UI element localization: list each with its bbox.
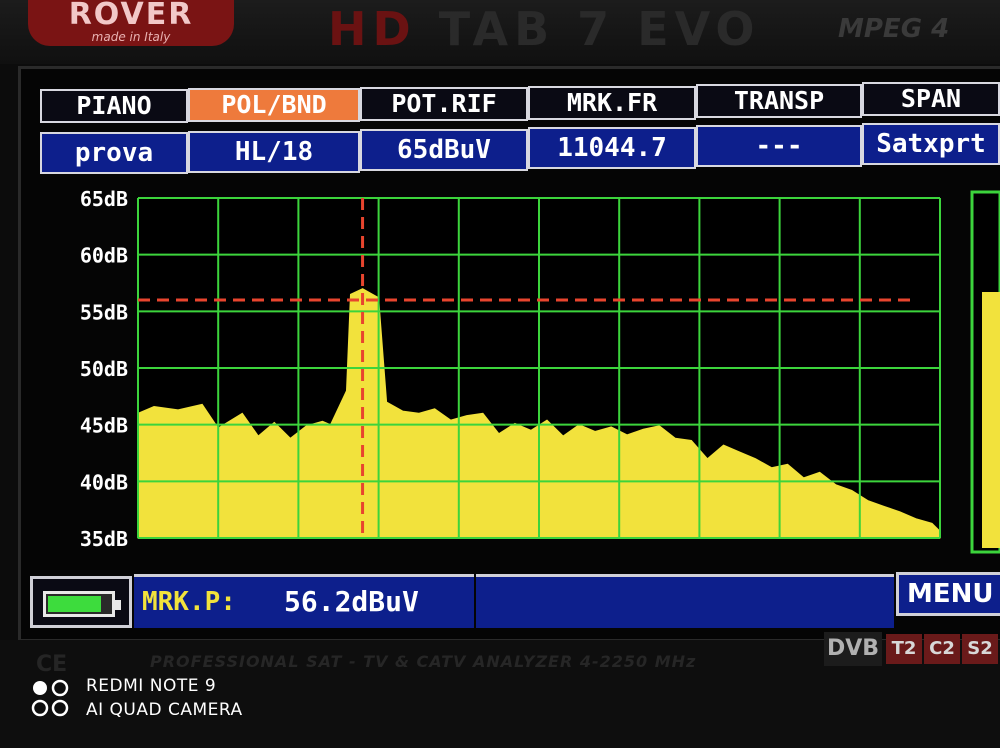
header-label-piano[interactable]: PIANO [40,89,188,123]
battery-nub [115,600,121,610]
status-bar: MRK.P: 56.2dBuV MENU & [30,572,1000,632]
level-bar-fill [982,292,1000,548]
y-tick-label: 45dB [80,414,128,438]
marker-power-label: MRK.P: [142,587,236,617]
dvb-badge: DVB T2 C2 S2 [824,630,1000,670]
camera-lens-icon [31,679,69,717]
dvb-logo: DVB [824,632,882,666]
marker-readout: MRK.P: 56.2dBuV [134,574,474,628]
battery-icon [43,591,121,617]
model-prefix: HD [328,2,417,56]
y-tick-label: 40dB [80,470,128,494]
header-value-pot-rif[interactable]: 65dBuV [360,129,528,171]
header-label-pot-rif[interactable]: POT.RIF [360,87,528,121]
header-value-pol-bnd[interactable]: HL/18 [188,131,360,173]
brand-tagline: made in Italy [91,30,171,44]
marker-power-value: 56.2dBuV [284,585,419,618]
y-tick-label: 35dB [80,527,128,551]
dvb-system-t2: T2 [886,634,922,664]
header-label-pol-bnd[interactable]: POL/BND [188,88,360,122]
header-label-mrk-fr[interactable]: MRK.FR [528,86,696,120]
watermark-camera: AI QUAD CAMERA [86,700,243,720]
battery-indicator [30,576,132,628]
header-label-transp[interactable]: TRANSP [696,84,862,118]
product-name: HD TAB 7 EVO [328,2,761,56]
dvb-system-c2: C2 [924,634,960,664]
battery-fill [48,596,101,612]
ce-mark: CE [36,652,68,677]
y-tick-label: 50dB [80,357,128,381]
brand-name: ROVER [68,0,194,32]
y-tick-label: 55dB [80,300,128,324]
dvb-system-s2: S2 [962,634,998,664]
watermark-model: REDMI NOTE 9 [86,676,217,696]
header-value-mrk-fr[interactable]: 11044.7 [528,127,696,169]
header-value-transp[interactable]: --- [696,125,862,167]
device-tagline: PROFESSIONAL SAT - TV & CATV ANALYZER 4-… [150,652,697,671]
spectrum-chart: 65dB 60dB 55dB 50dB 45dB 40dB 35dB [80,187,1000,554]
y-tick-label: 65dB [80,187,128,211]
mpeg-label: MPEG 4 [838,14,950,44]
menu-button[interactable]: MENU & [896,572,1000,616]
header-label-span[interactable]: SPAN [862,82,1000,116]
header-value-piano[interactable]: prova [40,132,188,174]
model-name: TAB 7 EVO [438,2,761,56]
status-message-area [476,574,894,628]
rover-logo: ROVER made in Italy [28,0,234,46]
device-top-bezel: ROVER made in Italy HD TAB 7 EVO MPEG 4 [0,0,1000,64]
y-tick-label: 60dB [80,244,128,268]
header-value-span[interactable]: Satxprt [862,123,1000,165]
